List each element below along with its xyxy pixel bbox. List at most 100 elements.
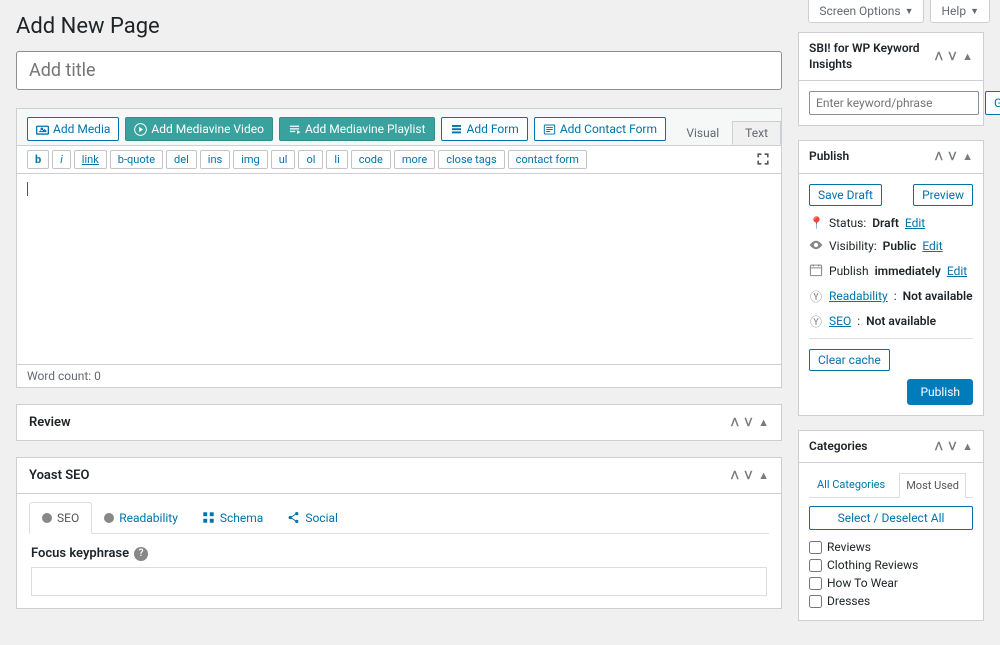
content-textarea[interactable] [17, 174, 781, 364]
text-cursor [27, 182, 28, 196]
chevron-down-icon: ▼ [970, 6, 979, 17]
text-tab[interactable]: Text [732, 121, 781, 145]
toggle-triangle-icon[interactable]: ▲ [962, 150, 973, 163]
chevron-down-icon[interactable]: ᐯ [949, 150, 957, 163]
category-item: Dresses [809, 592, 973, 610]
qt-ins[interactable]: ins [200, 150, 230, 169]
seo-link[interactable]: SEO [829, 314, 851, 328]
category-item: Clothing Reviews [809, 556, 973, 574]
screen-options-label: Screen Options [819, 4, 900, 18]
add-media-button[interactable]: Add Media [27, 117, 119, 141]
category-checkbox[interactable] [809, 577, 822, 590]
chevron-up-icon[interactable]: ᐱ [935, 50, 943, 63]
seo-score-dot-icon [42, 513, 52, 523]
qt-ul[interactable]: ul [271, 150, 296, 169]
qt-li[interactable]: li [326, 150, 347, 169]
get-button[interactable]: Get [985, 91, 1000, 115]
yoast-tab-readability[interactable]: Readability [92, 502, 190, 533]
category-item: How To Wear [809, 574, 973, 592]
chevron-down-icon[interactable]: ᐯ [949, 50, 957, 63]
review-box: Review ᐱ ᐯ ▲ [16, 404, 782, 441]
qt-contactform[interactable]: contact form [508, 150, 587, 169]
toggle-triangle-icon[interactable]: ▲ [758, 469, 769, 482]
post-title-input[interactable] [16, 51, 782, 90]
focus-keyphrase-label: Focus keyphrase [31, 546, 129, 561]
keyword-input[interactable] [809, 91, 979, 115]
all-categories-tab[interactable]: All Categories [811, 473, 891, 497]
category-item: Reviews [809, 538, 973, 556]
add-form-button[interactable]: Add Form [441, 117, 528, 141]
qt-i[interactable]: i [52, 150, 71, 169]
visual-tab[interactable]: Visual [673, 121, 732, 145]
chevron-up-icon[interactable]: ᐱ [935, 440, 943, 453]
add-mediavine-playlist-button[interactable]: Add Mediavine Playlist [279, 117, 435, 141]
edit-status-link[interactable]: Edit [905, 216, 925, 230]
category-label: Clothing Reviews [827, 558, 918, 572]
playlist-icon [288, 123, 301, 136]
chevron-down-icon[interactable]: ᐯ [745, 469, 753, 482]
category-label: How To Wear [827, 576, 898, 590]
qt-more[interactable]: more [394, 150, 435, 169]
help-tab[interactable]: Help ▼ [930, 0, 990, 23]
qt-img[interactable]: img [233, 150, 268, 169]
editor-box: Add Media Add Mediavine Video Add Mediav… [16, 108, 782, 388]
page-title: Add New Page [16, 14, 782, 39]
chevron-up-icon[interactable]: ᐱ [731, 416, 739, 429]
chevron-up-icon[interactable]: ᐱ [731, 469, 739, 482]
preview-button[interactable]: Preview [913, 184, 973, 206]
clear-cache-button[interactable]: Clear cache [809, 349, 890, 371]
yoast-icon: Ⓨ [809, 288, 823, 305]
add-contact-form-button[interactable]: Add Contact Form [534, 117, 666, 141]
yoast-tab-schema[interactable]: Schema [190, 502, 275, 533]
chevron-up-icon[interactable]: ᐱ [935, 150, 943, 163]
review-title: Review [29, 415, 71, 430]
sbi-box: SBI! for WP Keyword Insights ᐱ ᐯ ▲ Get [798, 32, 984, 126]
publish-box: Publish ᐱ ᐯ ▲ Save Draft Preview 📍 Statu… [798, 140, 984, 416]
categories-title: Categories [809, 439, 867, 455]
yoast-tab-seo[interactable]: SEO [29, 502, 92, 534]
schema-icon [202, 511, 215, 524]
toggle-triangle-icon[interactable]: ▲ [962, 50, 973, 63]
readability-value: Not available [903, 289, 973, 303]
edit-visibility-link[interactable]: Edit [922, 239, 942, 253]
category-label: Dresses [827, 594, 870, 608]
visibility-value: Public [883, 239, 917, 253]
eye-icon [809, 238, 823, 255]
categories-box: Categories ᐱ ᐯ ▲ All Categories Most Use… [798, 430, 984, 622]
fullscreen-icon[interactable] [755, 151, 771, 171]
qt-close[interactable]: close tags [438, 150, 504, 169]
pin-icon: 📍 [809, 216, 823, 230]
word-count: Word count: 0 [17, 364, 781, 387]
qt-del[interactable]: del [166, 150, 197, 169]
edit-publish-time-link[interactable]: Edit [947, 264, 967, 278]
publish-button[interactable]: Publish [907, 379, 973, 405]
qt-code[interactable]: code [351, 150, 391, 169]
category-checkbox[interactable] [809, 559, 822, 572]
most-used-tab[interactable]: Most Used [899, 473, 966, 498]
publish-title: Publish [809, 149, 849, 165]
qt-ol[interactable]: ol [298, 150, 323, 169]
category-checkbox[interactable] [809, 541, 822, 554]
quicktags-toolbar: b i link b-quote del ins img ul ol li co… [17, 145, 781, 174]
sbi-title: SBI! for WP Keyword Insights [809, 41, 935, 72]
toggle-triangle-icon[interactable]: ▲ [962, 440, 973, 453]
add-mediavine-video-button[interactable]: Add Mediavine Video [125, 117, 273, 141]
select-deselect-all-button[interactable]: Select / Deselect All [809, 506, 973, 530]
toggle-triangle-icon[interactable]: ▲ [758, 416, 769, 429]
focus-keyphrase-input[interactable] [31, 567, 767, 596]
qt-link[interactable]: link [74, 150, 107, 169]
yoast-tab-social[interactable]: Social [275, 502, 350, 533]
chevron-down-icon[interactable]: ᐯ [745, 416, 753, 429]
chevron-down-icon[interactable]: ᐯ [949, 440, 957, 453]
form-icon [450, 123, 463, 136]
qt-bquote[interactable]: b-quote [110, 150, 163, 169]
readability-link[interactable]: Readability [829, 289, 888, 303]
save-draft-button[interactable]: Save Draft [809, 184, 882, 206]
category-label: Reviews [827, 540, 871, 554]
category-checkbox[interactable] [809, 595, 822, 608]
help-icon[interactable]: ? [134, 547, 148, 561]
qt-b[interactable]: b [27, 150, 49, 169]
yoast-seo-box: Yoast SEO ᐱ ᐯ ▲ SEO Readability [16, 457, 782, 609]
yoast-title: Yoast SEO [29, 468, 89, 483]
screen-options-tab[interactable]: Screen Options ▼ [808, 0, 924, 23]
